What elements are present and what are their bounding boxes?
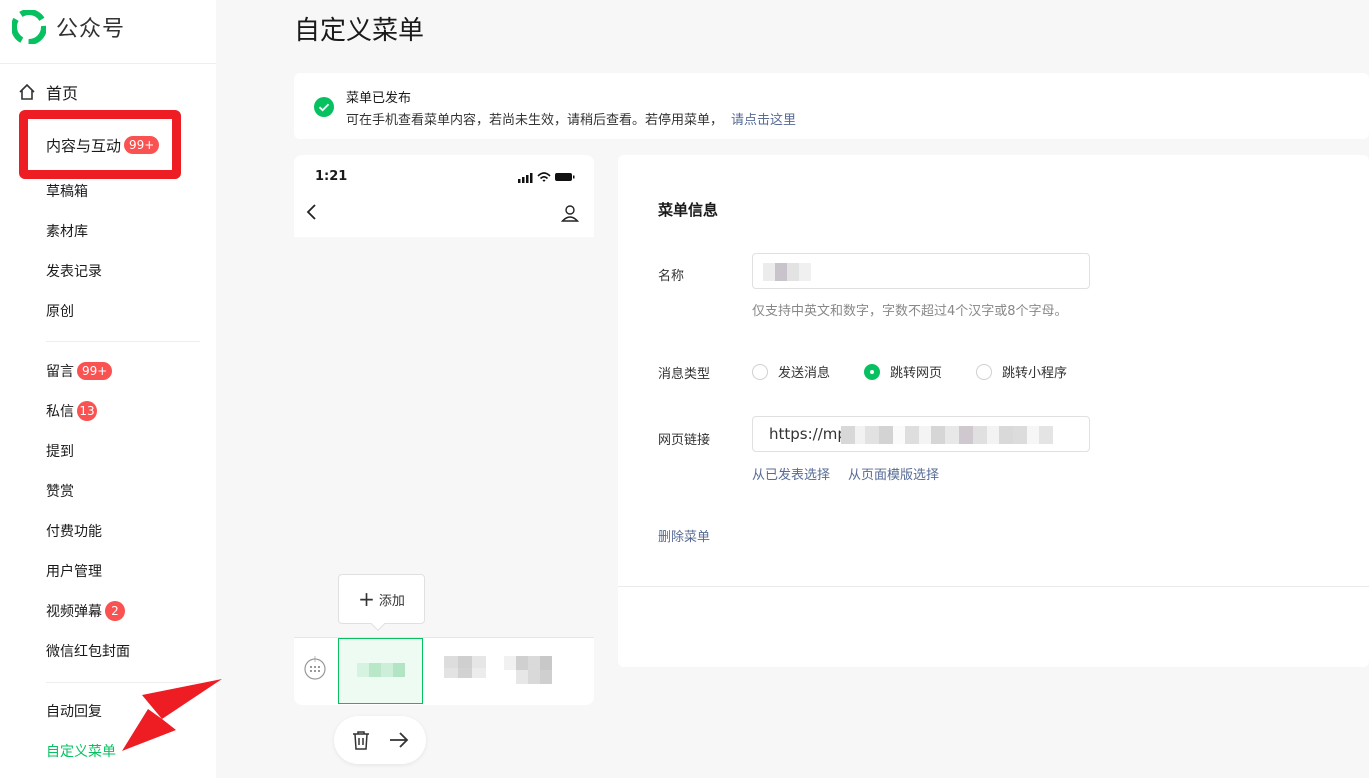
sidebar-item-home[interactable]: 首页 [18,80,78,104]
annotation-arrow-icon [122,679,222,751]
name-hint: 仅支持中英文和数字，字数不超过4个汉字或8个字母。 [752,304,1068,319]
count-badge: 99+ [124,136,160,154]
radio-jump-miniprogram[interactable]: 跳转小程序 [976,362,1067,381]
sidebar-item-red-packet[interactable]: 微信红包封面 [46,641,130,661]
radio-circle [752,363,768,380]
radio-jump-webpage[interactable]: 跳转网页 [864,362,942,381]
sidebar-item-label: 用户管理 [46,564,102,580]
sidebar-item-label: 发表记录 [46,264,102,280]
status-bar-icon [518,172,575,183]
choose-from-published-link[interactable]: 从已发表选择 [752,464,830,483]
menu-tab-selected[interactable] [338,638,423,704]
blurred-label [516,670,552,684]
plus-icon: + [358,587,375,611]
disable-menu-link[interactable]: 请点击这里 [731,113,796,128]
count-badge: 2 [105,601,125,621]
sidebar-item-label: 自定义菜单 [46,744,116,760]
delete-menu-link[interactable]: 删除菜单 [658,526,710,545]
url-label: 网页链接 [658,433,711,448]
notice-body: 可在手机查看菜单内容，若尚未生效，请稍后查看。若停用菜单， 请点击这里 [346,109,796,128]
url-value: https://mp [769,425,847,443]
count-badge: 13 [77,401,97,421]
sidebar-item-publish-history[interactable]: 发表记录 [46,261,102,281]
blurred-value [841,426,1053,444]
menu-name-input[interactable] [752,253,1090,289]
sidebar-item-content[interactable]: 内容与互动 99+ [46,135,160,155]
divider [0,63,216,64]
sidebar-item-label: 私信 [46,404,74,420]
sidebar: 公众号 首页 内容与互动 99+ 草稿箱 素材库 发表记录 原创 留言 99+ … [0,0,222,778]
divider [46,341,200,342]
phone-menu-bar [294,637,594,705]
notice-title: 菜单已发布 [346,91,412,106]
sidebar-item-label: 微信红包封面 [46,644,130,660]
add-submenu-button[interactable]: + 添加 [338,574,425,624]
blurred-value [763,263,811,281]
sidebar-item-mentions[interactable]: 提到 [46,441,74,461]
count-badge: 99+ [77,362,113,380]
name-label: 名称 [658,269,685,284]
sidebar-item-label: 内容与互动 [46,136,122,155]
logo[interactable]: 公众号 [12,10,125,44]
phone-header: 1:21 [294,155,594,237]
publish-notice: 菜单已发布 可在手机查看菜单内容，若尚未生效，请稍后查看。若停用菜单， 请点击这里 [294,73,1369,139]
blurred-label [444,668,486,678]
url-input[interactable]: https://mp [752,416,1090,452]
sidebar-item-label: 视频弹幕 [46,604,102,620]
sidebar-item-paid[interactable]: 付费功能 [46,521,102,541]
sidebar-item-auto-reply[interactable]: 自动回复 [46,701,102,721]
user-icon[interactable] [560,203,580,223]
back-icon[interactable] [304,203,320,221]
sidebar-item-label: 留言 [46,364,74,380]
sidebar-item-users[interactable]: 用户管理 [46,561,102,581]
page-title: 自定义菜单 [294,16,425,46]
menu-info-panel: 菜单信息 名称 仅支持中英文和数字，字数不超过4个汉字或8个字母。 消息类型 发… [618,155,1369,667]
keyboard-icon[interactable] [304,656,326,688]
message-type-label: 消息类型 [658,367,711,382]
sidebar-item-comments[interactable]: 留言 99+ [46,361,113,381]
trash-icon[interactable] [352,730,370,750]
sidebar-item-original[interactable]: 原创 [46,301,74,321]
arrow-right-icon[interactable] [389,730,409,750]
sidebar-item-label: 素材库 [46,224,88,240]
blurred-label [357,663,405,677]
url-source-links: 从已发表选择 从页面模版选择 [752,464,939,483]
sidebar-item-library[interactable]: 素材库 [46,221,88,241]
menu-action-bar [334,716,426,764]
radio-label: 跳转网页 [890,366,943,381]
logo-text: 公众号 [56,17,126,42]
sidebar-item-label: 草稿箱 [46,184,88,200]
divider [618,586,1369,587]
wechat-official-logo-icon [12,10,46,44]
menu-tab-3[interactable] [504,656,552,670]
message-type-radio-group: 发送消息 跳转网页 跳转小程序 [752,362,1101,381]
success-check-icon [314,97,334,117]
sidebar-item-rewards[interactable]: 赞赏 [46,481,74,501]
radio-circle-checked [864,363,881,380]
sidebar-item-label: 原创 [46,304,74,320]
add-label: 添加 [378,593,405,609]
sidebar-item-label: 赞赏 [46,484,74,500]
choose-from-template-link[interactable]: 从页面模版选择 [848,464,939,483]
sidebar-item-custom-menu[interactable]: 自定义菜单 [46,741,116,761]
radio-send-message[interactable]: 发送消息 [752,362,830,381]
phone-time: 1:21 [315,169,348,184]
radio-label: 发送消息 [778,366,831,381]
sidebar-item-drafts[interactable]: 草稿箱 [46,181,88,201]
panel-title: 菜单信息 [658,201,719,219]
notice-text: 可在手机查看菜单内容，若尚未生效，请稍后查看。若停用菜单， [346,113,724,128]
home-icon [19,83,35,100]
menu-tab-2[interactable] [444,656,486,668]
radio-label: 跳转小程序 [1002,366,1068,381]
sidebar-item-label: 提到 [46,444,74,460]
radio-circle [976,363,993,380]
sidebar-item-video-danmaku[interactable]: 视频弹幕 2 [46,601,125,621]
sidebar-item-messages[interactable]: 私信 13 [46,401,97,421]
sidebar-item-label: 首页 [46,84,79,103]
sidebar-item-label: 自动回复 [46,704,102,720]
sidebar-item-label: 付费功能 [46,524,102,540]
